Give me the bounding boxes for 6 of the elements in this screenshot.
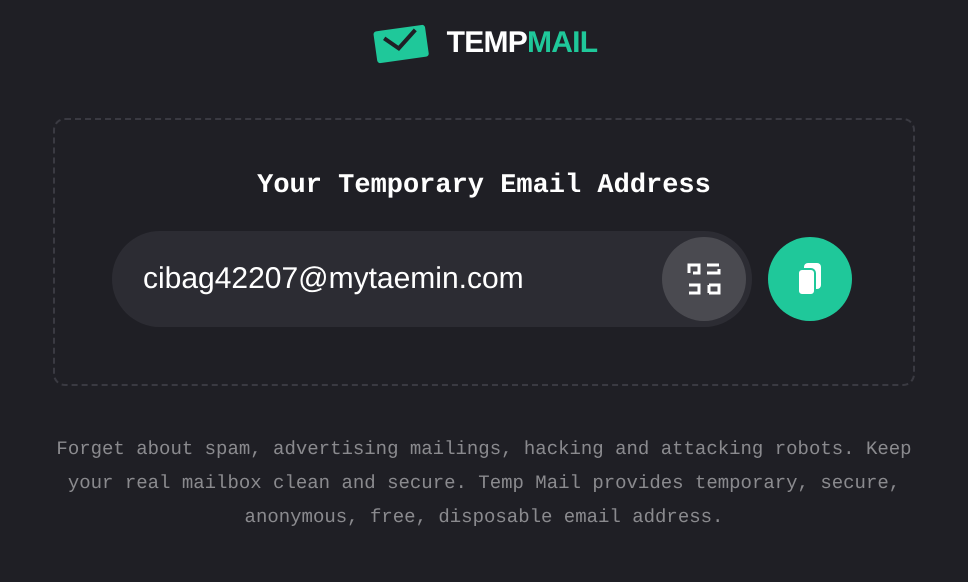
qr-code-icon <box>686 260 722 296</box>
description-text: Forget about spam, advertising mailings, hacking and attacking robots. Keep your real mailbox clean and secure. Temp Mail provides temporary, secure, anonymous, free, disposable email address. <box>55 437 913 530</box>
qr-code-button[interactable] <box>662 236 746 320</box>
card-title: Your Temporary Email Address <box>257 170 711 203</box>
email-field[interactable]: cibag42207@mytaemin.com <box>112 230 752 326</box>
brand-logo-text: TEMPMAIL <box>446 28 598 58</box>
